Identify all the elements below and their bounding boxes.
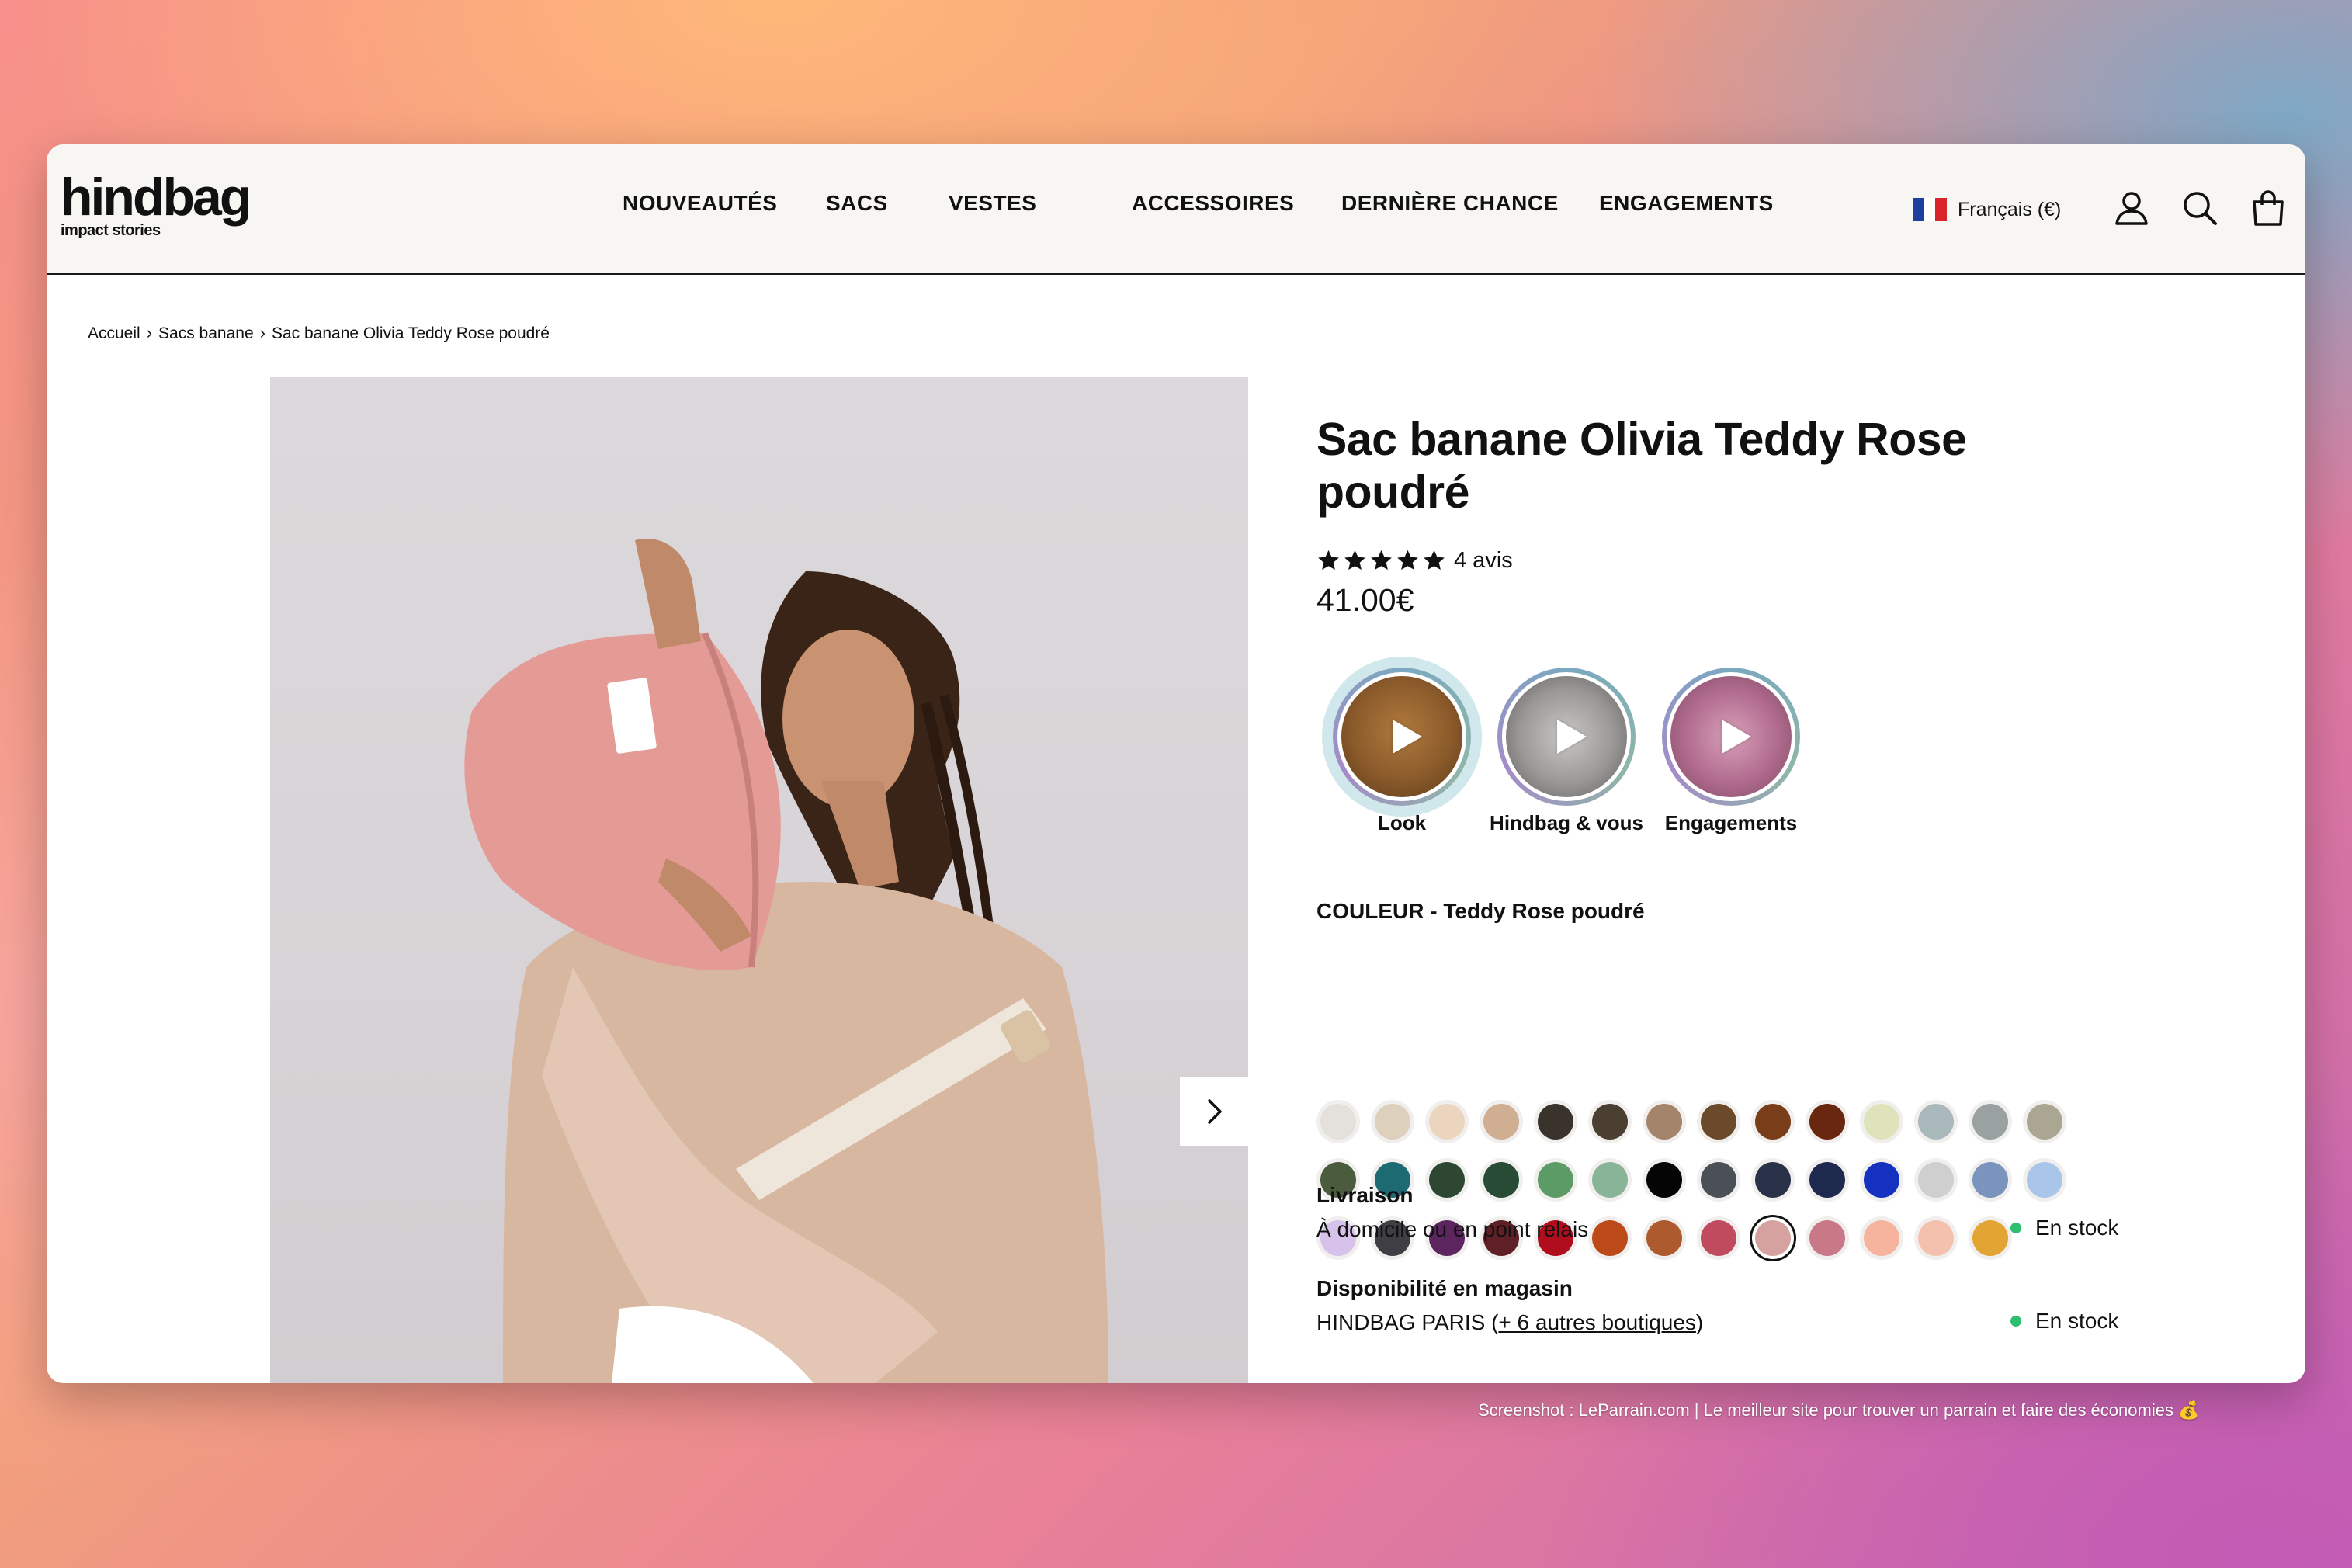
color-swatch[interactable] [1755, 1104, 1791, 1140]
store-text-suffix: ) [1695, 1310, 1704, 1334]
star-icon [1371, 550, 1392, 570]
star-icon [1397, 550, 1418, 570]
color-swatch[interactable] [1538, 1162, 1573, 1198]
color-swatch[interactable] [1972, 1104, 2008, 1140]
color-swatch[interactable] [1483, 1104, 1519, 1140]
star-icon [1424, 550, 1445, 570]
product-price: 41.00€ [1316, 582, 1414, 618]
color-swatch[interactable] [1538, 1104, 1573, 1140]
nav-item-nouveautes[interactable]: NOUVEAUTÉS [623, 191, 777, 216]
nav-item-accessoires[interactable]: ACCESSOIRES [1132, 191, 1294, 216]
color-swatch[interactable] [1701, 1104, 1736, 1140]
stock-text: En stock [2035, 1216, 2119, 1240]
play-icon [1722, 720, 1751, 754]
color-swatch[interactable] [1918, 1162, 1954, 1198]
color-swatch[interactable] [1809, 1220, 1845, 1256]
color-swatch[interactable] [1592, 1162, 1628, 1198]
store-availability-label: Disponibilité en magasin [1316, 1276, 1573, 1300]
color-swatch[interactable] [2027, 1104, 2062, 1140]
in-stock-dot-icon [2010, 1316, 2021, 1327]
color-swatch[interactable] [1592, 1220, 1628, 1256]
site-header: hindbag impact stories NOUVEAUTÉS SACS V… [47, 144, 2305, 275]
color-swatch[interactable] [1646, 1162, 1682, 1198]
screenshot-credit: Screenshot : LeParrain.com | Le meilleur… [1478, 1400, 2200, 1420]
next-image-button[interactable] [1180, 1077, 1248, 1146]
color-label: COULEUR - Teddy Rose poudré [1316, 899, 1645, 923]
breadcrumb-category[interactable]: Sacs banane [158, 324, 254, 342]
color-swatch[interactable] [1918, 1220, 1954, 1256]
play-icon [1393, 720, 1422, 754]
product-rating: 4 avis [1316, 546, 1513, 574]
breadcrumb-home[interactable]: Accueil [88, 324, 140, 342]
color-swatch[interactable] [1972, 1162, 2008, 1198]
story-look[interactable]: Look [1316, 668, 1487, 834]
breadcrumb-current: Sac banane Olivia Teddy Rose poudré [271, 324, 550, 342]
color-swatch[interactable] [1375, 1104, 1410, 1140]
product-title: Sac banane Olivia Teddy Rose poudré [1316, 414, 1967, 518]
star-icon [1344, 550, 1365, 570]
nav-item-sacs[interactable]: SACS [826, 191, 888, 216]
color-swatch[interactable] [1646, 1220, 1682, 1256]
story-label: Look [1377, 811, 1427, 834]
color-swatch[interactable] [1918, 1104, 1954, 1140]
store-name: HINDBAG PARIS ( [1316, 1310, 1499, 1334]
color-swatch[interactable] [1429, 1104, 1465, 1140]
shipping-label: Livraison [1316, 1183, 1414, 1207]
other-stores-link[interactable]: + 6 autres boutiques [1498, 1310, 1696, 1334]
color-swatch[interactable] [1864, 1104, 1899, 1140]
story-thumbnail [1670, 676, 1792, 797]
color-swatch[interactable] [1809, 1104, 1845, 1140]
model-with-pink-bag-illustration [464, 539, 1108, 1383]
store-stock-status: En stock [2010, 1309, 2118, 1334]
color-swatch[interactable] [1646, 1104, 1682, 1140]
color-swatch[interactable] [1701, 1162, 1736, 1198]
color-swatch[interactable] [1320, 1104, 1356, 1140]
color-swatch[interactable] [1864, 1162, 1899, 1198]
shipping-stock-status: En stock [2010, 1216, 2118, 1240]
nav-item-derniere-chance[interactable]: DERNIÈRE CHANCE [1341, 191, 1559, 216]
star-rating-icon [1316, 549, 1446, 572]
color-swatch[interactable] [1864, 1220, 1899, 1256]
language-selector[interactable]: Français (€) [1913, 196, 2061, 224]
hindbag-logo[interactable]: hindbag impact stories [61, 171, 278, 240]
cart-icon[interactable] [2248, 188, 2288, 228]
story-engagements[interactable]: Engagements [1646, 668, 1816, 834]
color-swatch[interactable] [1972, 1220, 2008, 1256]
story-thumbnail [1341, 676, 1462, 797]
nav-item-vestes[interactable]: VESTES [949, 191, 1036, 216]
account-icon[interactable] [2111, 188, 2152, 228]
logo-wordmark: hindbag [61, 168, 252, 227]
product-photo[interactable] [270, 377, 1248, 1383]
reviews-link[interactable]: 4 avis [1454, 548, 1513, 574]
color-swatch[interactable] [1483, 1162, 1519, 1198]
browser-window: hindbag impact stories NOUVEAUTÉS SACS V… [47, 144, 2305, 1383]
color-swatch[interactable] [2027, 1162, 2062, 1198]
search-icon[interactable] [2180, 188, 2220, 228]
in-stock-dot-icon [2010, 1223, 2021, 1233]
color-swatch[interactable] [1701, 1220, 1736, 1256]
story-thumbnail [1506, 676, 1627, 797]
store-availability-text: HINDBAG PARIS (+ 6 autres boutiques) [1316, 1310, 1703, 1335]
story-label: Hindbag & vous [1490, 811, 1643, 834]
story-hindbag-vous[interactable]: Hindbag & vous [1481, 668, 1652, 834]
color-swatch[interactable] [1592, 1104, 1628, 1140]
chevron-right-icon [1208, 1099, 1222, 1124]
breadcrumb: Accueil › Sacs banane › Sac banane Olivia Te… [88, 323, 550, 343]
color-swatch[interactable] [1429, 1162, 1465, 1198]
shipping-text: À domicile ou en point relais [1316, 1217, 1589, 1241]
nav-item-engagements[interactable]: ENGAGEMENTS [1599, 191, 1774, 216]
language-label: Français (€) [1958, 198, 2062, 220]
color-swatch[interactable] [1755, 1162, 1791, 1198]
chevron-right-icon: › [259, 323, 265, 342]
story-label: Engagements [1664, 811, 1798, 834]
chevron-right-icon: › [146, 323, 153, 342]
play-icon [1557, 720, 1587, 754]
france-flag-icon [1913, 198, 1948, 221]
stock-text: En stock [2035, 1309, 2119, 1333]
star-icon [1318, 550, 1339, 570]
color-swatch[interactable] [1809, 1162, 1845, 1198]
color-swatch[interactable] [1755, 1220, 1791, 1256]
